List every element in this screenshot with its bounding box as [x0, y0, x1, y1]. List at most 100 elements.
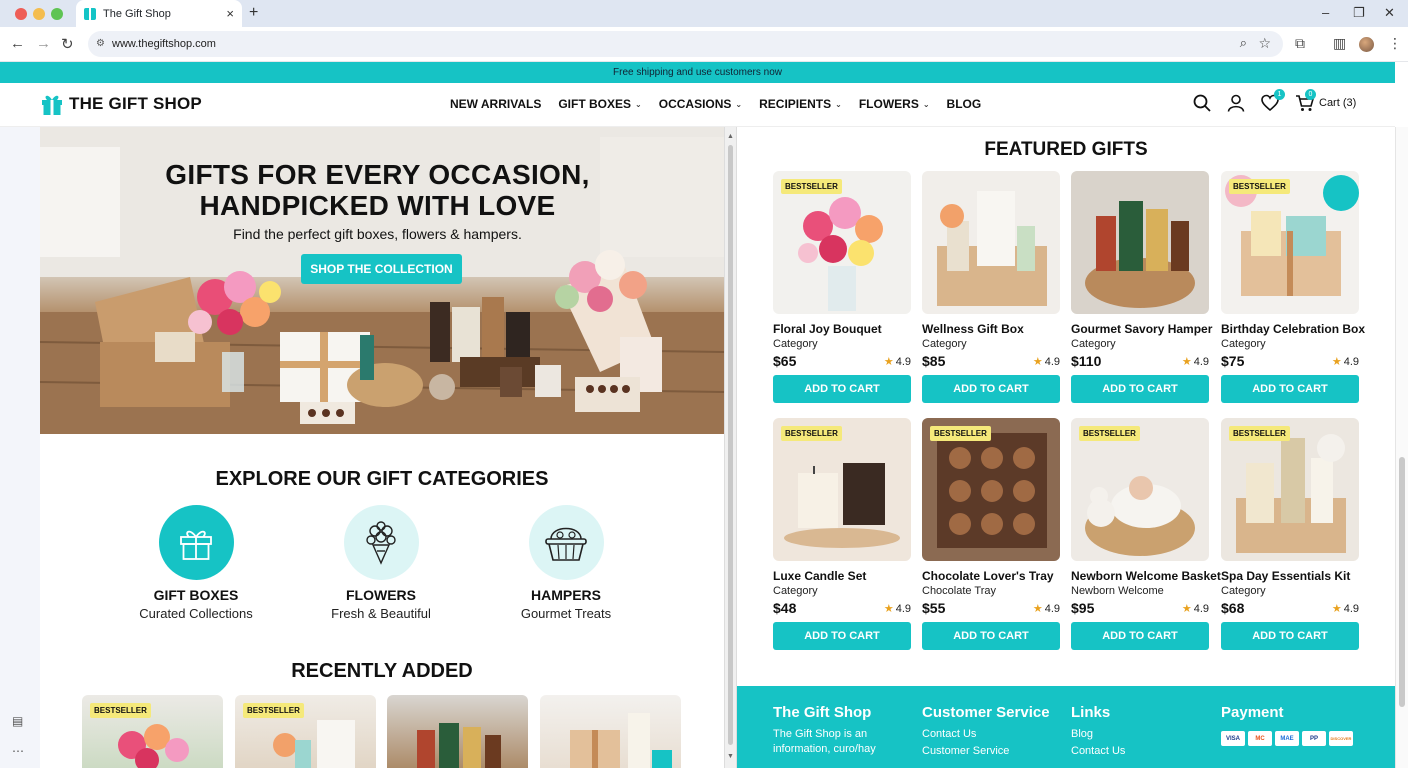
forward-icon[interactable]: → [36, 35, 51, 52]
close-tab-icon[interactable]: × [226, 6, 234, 21]
add-to-cart-button[interactable]: ADD TO CART [773, 375, 911, 403]
footer-link[interactable]: Blog [1071, 727, 1125, 742]
gift-icon [158, 505, 234, 580]
product-card[interactable]: BESTSELLER Chocolate Lover's Tray Chocolat… [922, 418, 1060, 650]
category-hampers[interactable]: HAMPERS Gourmet Treats [491, 505, 641, 621]
add-to-cart-button[interactable]: ADD TO CART [922, 375, 1060, 403]
footer-link[interactable]: Contact Us [1071, 744, 1125, 759]
main-nav: NEW ARRIVALS GIFT BOXES ⌄ OCCASIONS ⌄ RECIPIE… [450, 97, 998, 111]
product-card[interactable]: BESTSELLER Spa Day Essentials Kit Category… [1221, 418, 1359, 650]
product-image[interactable] [922, 171, 1060, 314]
address-bar: ← → ↻ ⚙ www.thegiftshop.com ⌕ ☆ ⧉ ▥ ⋮ [0, 27, 1408, 62]
bestseller-badge: BESTSELLER [1079, 426, 1140, 441]
window-minimize-icon[interactable]: – [1322, 5, 1329, 20]
product-image[interactable]: BESTSELLER [922, 418, 1060, 561]
product-image[interactable]: BESTSELLER [1071, 418, 1209, 561]
product-name[interactable]: Floral Joy Bouquet [773, 322, 911, 336]
close-window-button[interactable] [15, 8, 27, 20]
product-image[interactable]: BESTSELLER [773, 171, 911, 314]
maximize-window-button[interactable] [51, 8, 63, 20]
product-name[interactable]: Chocolate Lover's Tray [922, 569, 1060, 583]
product-rating: ★ 4.9 [1332, 602, 1359, 615]
product-card[interactable]: BESTSELLER Floral Joy Bouquet Category $65 ★… [773, 171, 911, 403]
category-name: HAMPERS [530, 587, 601, 603]
add-to-cart-button[interactable]: ADD TO CART [1071, 375, 1209, 403]
page-scrollbar[interactable] [1395, 127, 1408, 768]
product-card[interactable]: Gourmet Savory Hamper Category $110 ★ 4.9 ADD… [1071, 171, 1212, 403]
scroll-up-icon[interactable]: ▲ [727, 133, 734, 140]
reload-icon[interactable]: ↻ [61, 35, 74, 53]
extensions-icon[interactable]: ⧉ [1295, 35, 1305, 52]
product-image[interactable]: BESTSELLER [1221, 418, 1359, 561]
cart-button[interactable]: 0 Cart (3) [1295, 89, 1356, 112]
recent-card[interactable]: BESTSELLER [235, 695, 376, 768]
browser-tab[interactable]: The Gift Shop × [76, 0, 242, 27]
product-card[interactable]: BESTSELLER Luxe Candle Set Category $48 ★ 4.9… [773, 418, 911, 650]
recent-card[interactable]: BESTSELLER [82, 695, 223, 768]
product-meta: $85 ★ 4.9 [922, 353, 1060, 369]
product-name[interactable]: Newborn Welcome Basket [1071, 569, 1221, 583]
minimize-window-button[interactable] [33, 8, 45, 20]
scrollbar-thumb[interactable] [728, 145, 733, 745]
product-name[interactable]: Spa Day Essentials Kit [1221, 569, 1359, 583]
browser-menu-icon[interactable]: ⋮ [1388, 35, 1402, 52]
category-flowers[interactable]: FLOWERS Fresh & Beautiful [306, 505, 456, 621]
add-to-cart-button[interactable]: ADD TO CART [922, 622, 1060, 650]
nav-item-flowers[interactable]: FLOWERS ⌄ [859, 97, 930, 111]
nav-item-recipients[interactable]: RECIPIENTS ⌄ [759, 97, 842, 111]
reading-list-icon[interactable]: ▤ [12, 714, 23, 728]
nav-item-occasions[interactable]: OCCASIONS ⌄ [659, 97, 742, 111]
page-scrollbar-thumb[interactable] [1399, 457, 1405, 707]
browser-tab-bar: The Gift Shop × + – ❐ ✕ [0, 0, 1408, 27]
product-category: Chocolate Tray [922, 585, 996, 597]
product-image[interactable] [1071, 171, 1209, 314]
nav-item-gift-boxes[interactable]: GIFT BOXES ⌄ [558, 97, 641, 111]
recent-card[interactable] [387, 695, 528, 768]
chevron-down-icon: ⌄ [635, 99, 642, 109]
product-name[interactable]: Birthday Celebration Box [1221, 322, 1365, 336]
payment-methods: VISA MC MAE PP DISCOVER [1221, 731, 1353, 746]
add-to-cart-button[interactable]: ADD TO CART [1221, 622, 1359, 650]
account-icon[interactable] [1227, 94, 1245, 112]
product-image[interactable]: BESTSELLER [1221, 171, 1359, 314]
product-card[interactable]: BESTSELLER Newborn Welcome Basket Newborn … [1071, 418, 1221, 650]
site-settings-icon[interactable]: ⚙ [96, 38, 105, 49]
product-image[interactable]: BESTSELLER [773, 418, 911, 561]
product-name[interactable]: Luxe Candle Set [773, 569, 911, 583]
back-icon[interactable]: ← [10, 35, 25, 52]
product-card[interactable]: Wellness Gift Box Category $85 ★ 4.9 ADD TO C… [922, 171, 1060, 403]
product-rating: ★ 4.9 [884, 355, 911, 368]
scroll-down-icon[interactable]: ▼ [727, 753, 734, 760]
shop-collection-button[interactable]: SHOP THE COLLECTION [301, 254, 462, 284]
search-icon[interactable] [1193, 94, 1211, 112]
more-tools-icon[interactable]: ⋯ [12, 744, 24, 758]
product-name[interactable]: Gourmet Savory Hamper [1071, 322, 1212, 336]
site-logo[interactable]: THE GIFT SHOP [40, 92, 202, 116]
product-price: $65 [773, 353, 797, 369]
footer-link[interactable]: Contact Us [922, 727, 1050, 742]
footer-heading: Links [1071, 704, 1111, 721]
side-panel-icon[interactable]: ▥ [1333, 35, 1346, 52]
window-restore-icon[interactable]: ❐ [1353, 5, 1365, 21]
new-tab-button[interactable]: + [249, 4, 258, 22]
nav-item-new-arrivals[interactable]: NEW ARRIVALS [450, 97, 541, 111]
nav-item-blog[interactable]: BLOG [947, 97, 982, 111]
wishlist-icon[interactable]: 1 [1261, 89, 1285, 112]
product-card[interactable]: BESTSELLER Birthday Celebration Box Catego… [1221, 171, 1365, 403]
zoom-icon[interactable]: ⌕ [1240, 35, 1247, 51]
product-meta: $95 ★ 4.9 [1071, 600, 1209, 616]
star-icon: ★ [1181, 602, 1192, 615]
url-field[interactable]: ⚙ www.thegiftshop.com ⌕ ☆ [88, 31, 1283, 57]
window-close-icon[interactable]: ✕ [1384, 5, 1395, 21]
recent-card[interactable] [540, 695, 681, 768]
product-name[interactable]: Wellness Gift Box [922, 322, 1060, 336]
add-to-cart-button[interactable]: ADD TO CART [773, 622, 911, 650]
category-gift-boxes[interactable]: GIFT BOXES Curated Collections [121, 505, 271, 621]
profile-avatar[interactable] [1359, 37, 1374, 52]
add-to-cart-button[interactable]: ADD TO CART [1221, 375, 1359, 403]
pane-splitter-scrollbar[interactable]: ▲ ▼ [724, 127, 737, 768]
add-to-cart-button[interactable]: ADD TO CART [1071, 622, 1209, 650]
footer-link[interactable]: Customer Service [922, 744, 1050, 759]
product-rating: ★ 4.9 [1033, 602, 1060, 615]
bookmark-star-icon[interactable]: ☆ [1258, 35, 1271, 52]
